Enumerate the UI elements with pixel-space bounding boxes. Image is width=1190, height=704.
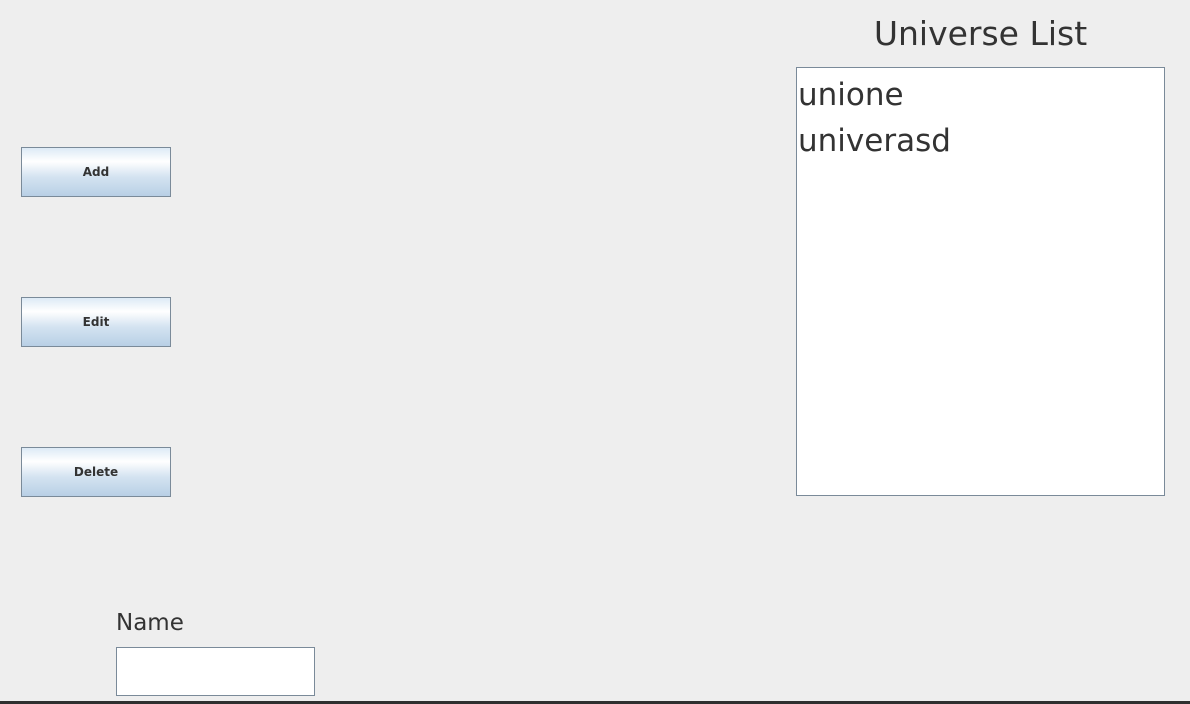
universe-list-title: Universe List — [873, 14, 1088, 53]
edit-button[interactable]: Edit — [21, 297, 171, 347]
name-label: Name — [116, 610, 184, 636]
universe-list-item[interactable]: univerasd — [798, 118, 1164, 164]
universe-list[interactable]: unione univerasd — [796, 67, 1165, 496]
add-button[interactable]: Add — [21, 147, 171, 197]
name-input[interactable] — [116, 647, 315, 696]
delete-button[interactable]: Delete — [21, 447, 171, 497]
universe-list-item[interactable]: unione — [798, 72, 1164, 118]
